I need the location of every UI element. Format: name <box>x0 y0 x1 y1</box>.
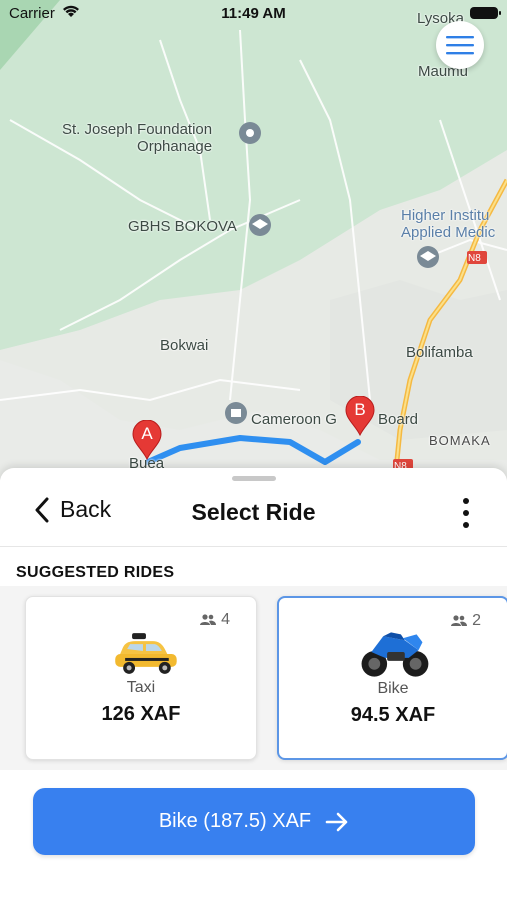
rides-list: 4 Taxi 126 XAF 2 Bike 94.5 XAF <box>0 586 507 770</box>
people-icon <box>451 615 468 626</box>
map-label-bolifamba: Bolifamba <box>406 344 473 361</box>
map-label-board: Board <box>378 411 419 428</box>
arrow-right-icon <box>325 812 348 831</box>
map-label-st-joseph: St. Joseph Foundation Orphanage <box>62 121 213 155</box>
map-label-cameroon: Cameroon G <box>251 411 337 428</box>
status-time: 11:49 AM <box>221 5 286 22</box>
ride-card-bike[interactable]: 2 Bike 94.5 XAF <box>277 596 507 760</box>
menu-button[interactable] <box>436 21 484 69</box>
ride-name: Bike <box>377 680 409 697</box>
status-bar: Carrier 11:49 AM <box>0 0 507 28</box>
ride-price: 94.5 XAF <box>350 704 436 726</box>
more-options-icon[interactable] <box>456 498 476 528</box>
divider <box>0 546 507 547</box>
hamburger-menu-icon <box>446 36 474 55</box>
motorbike-icon <box>361 632 429 677</box>
origin-marker[interactable]: A <box>132 420 162 460</box>
map-label-higher-institute: Higher Institu Applied Medic <box>401 207 496 241</box>
confirm-ride-label: Bike (187.5) XAF <box>158 810 312 832</box>
ride-price: 126 XAF <box>101 703 181 725</box>
confirm-ride-button[interactable]: Bike (187.5) XAF <box>33 788 475 855</box>
destination-marker[interactable]: B <box>345 396 375 436</box>
map-view[interactable]: N8 N8 Lysoka Maumu St. Joseph Foundation… <box>0 0 507 480</box>
map-label-bomaka: BOMAKA <box>429 433 491 448</box>
map-label-gbhs: GBHS BOKOVA <box>128 218 237 235</box>
map-label-bokwai: Bokwai <box>160 337 209 354</box>
taxi-icon <box>115 633 177 674</box>
road-shield-n8: N8 <box>468 253 481 264</box>
ride-card-taxi[interactable]: 4 Taxi 126 XAF <box>25 596 257 760</box>
ride-name: Taxi <box>126 679 156 696</box>
destination-marker-label: B <box>354 400 366 419</box>
battery-icon <box>470 7 501 19</box>
origin-marker-label: A <box>141 424 153 443</box>
section-title: SUGGESTED RIDES <box>16 564 175 581</box>
people-icon <box>200 614 217 625</box>
sheet-grab-handle[interactable] <box>232 476 276 481</box>
ride-selection-sheet: Back Select Ride SUGGESTED RIDES 4 Taxi … <box>0 468 507 900</box>
sheet-title: Select Ride <box>191 499 316 525</box>
